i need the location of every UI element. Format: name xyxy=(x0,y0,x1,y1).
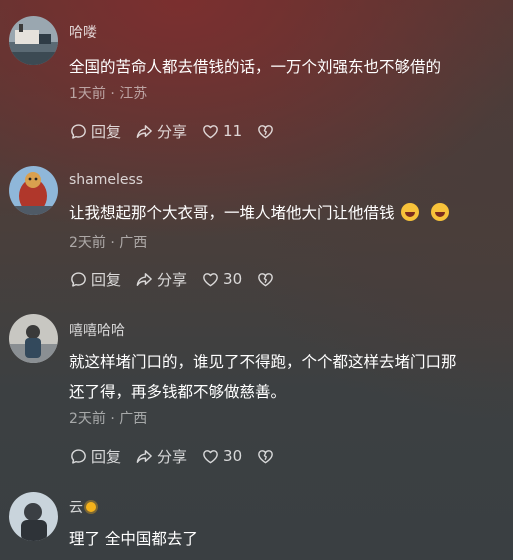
comment-text: 全国的苦命人都去借钱的话，一万个刘强东也不够借的 xyxy=(69,58,442,76)
username[interactable]: shameless xyxy=(69,172,143,188)
share-arrow-icon xyxy=(136,449,152,463)
username[interactable]: 哈喽 xyxy=(69,22,97,42)
share-label: 分享 xyxy=(157,122,188,141)
reply-label: 回复 xyxy=(91,447,122,466)
comment-bubble-icon xyxy=(71,123,86,139)
heart-icon xyxy=(203,124,218,138)
like-button[interactable]: 30 xyxy=(201,447,242,466)
comment-text-line: 还了得，再多钱都不够做慈善。 xyxy=(69,383,287,401)
share-arrow-icon xyxy=(136,124,152,138)
share-arrow-icon xyxy=(136,272,152,286)
comment-bubble-icon xyxy=(71,448,86,464)
like-count: 11 xyxy=(223,122,243,140)
reply-label: 回复 xyxy=(91,270,122,289)
share-button[interactable]: 分享 xyxy=(135,121,187,142)
comment-text: 理了 全中国都去了 xyxy=(69,530,198,548)
like-button[interactable]: 11 xyxy=(201,122,242,141)
comment-meta: 2天前 · 广西 xyxy=(69,411,148,427)
dislike-button[interactable] xyxy=(256,447,278,466)
avatar[interactable] xyxy=(9,166,58,215)
comment-bubble-icon xyxy=(71,271,86,287)
laughing-emoji-icon xyxy=(430,203,449,221)
share-label: 分享 xyxy=(157,447,188,466)
comment-text-line: 就这样堵门口的，谁见了不得跑，个个都这样去堵门口那 xyxy=(69,353,457,371)
avatar[interactable] xyxy=(9,492,58,541)
sun-icon xyxy=(86,502,96,512)
avatar[interactable] xyxy=(9,16,58,65)
comment-actions: 回复 分享 11 xyxy=(69,120,292,142)
username-container[interactable]: 云 xyxy=(69,497,96,517)
broken-heart-icon xyxy=(258,449,273,463)
laughing-emoji-icon xyxy=(400,203,419,221)
reply-button[interactable]: 回复 xyxy=(69,121,121,142)
username: 云 xyxy=(69,500,83,516)
heart-icon xyxy=(203,449,218,463)
like-count: 30 xyxy=(223,270,243,288)
share-label: 分享 xyxy=(157,270,188,289)
share-button[interactable]: 分享 xyxy=(135,446,187,467)
comment-text-container: 让我想起那个大衣哥，一堆人堵他大门让他借钱 xyxy=(69,198,499,228)
comment-text: 让我想起那个大衣哥，一堆人堵他大门让他借钱 xyxy=(69,204,395,222)
comment-actions: 回复 分享 30 xyxy=(69,268,292,290)
reply-button[interactable]: 回复 xyxy=(69,446,121,467)
heart-icon xyxy=(203,272,218,286)
like-button[interactable]: 30 xyxy=(201,270,242,289)
dislike-button[interactable] xyxy=(256,122,278,141)
comment-meta: 1天前 · 江苏 xyxy=(69,86,148,102)
dislike-button[interactable] xyxy=(256,270,278,289)
comment-actions: 回复 分享 30 xyxy=(69,445,292,467)
broken-heart-icon xyxy=(258,272,273,286)
broken-heart-icon xyxy=(258,124,273,138)
comment-meta: 2天前 · 广西 xyxy=(69,235,148,251)
comment-text: 就这样堵门口的，谁见了不得跑，个个都这样去堵门口那 还了得，再多钱都不够做慈善。 xyxy=(69,347,499,407)
share-button[interactable]: 分享 xyxy=(135,269,187,290)
reply-button[interactable]: 回复 xyxy=(69,269,121,290)
like-count: 30 xyxy=(223,447,243,465)
reply-label: 回复 xyxy=(91,122,122,141)
username[interactable]: 嘻嘻哈哈 xyxy=(69,320,125,340)
avatar[interactable] xyxy=(9,314,58,363)
